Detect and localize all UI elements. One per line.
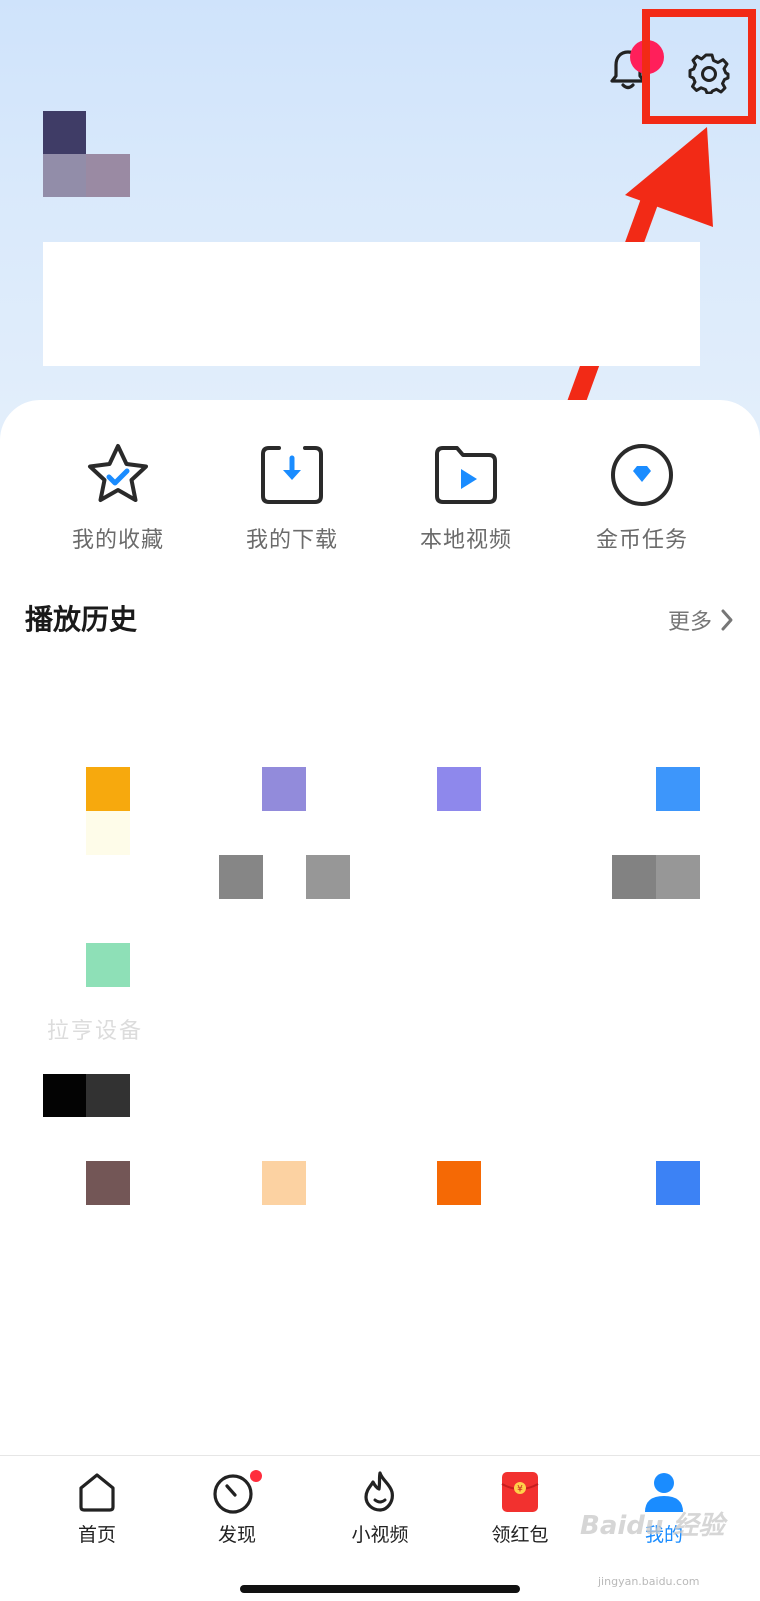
quick-action-label: 金币任务 xyxy=(595,528,688,553)
service-tile[interactable] xyxy=(656,1161,700,1205)
thumbnail-tile[interactable] xyxy=(262,767,306,811)
quick-action-favorites[interactable]: 我的收藏 xyxy=(30,440,206,554)
discover-badge-dot xyxy=(250,1470,262,1482)
profile-info-card[interactable] xyxy=(43,242,700,366)
folder-play-icon xyxy=(435,446,497,504)
compass-icon xyxy=(213,1470,262,1514)
svg-text:¥: ¥ xyxy=(517,1485,523,1495)
tab-label: 小视频 xyxy=(351,1524,409,1546)
more-label: 更多 xyxy=(667,610,712,635)
chevron-right-icon xyxy=(721,609,733,631)
coin-diamond-icon xyxy=(611,444,673,506)
service-tile[interactable] xyxy=(86,1074,130,1117)
baidu-watermark-url: jingyan.baidu.com xyxy=(598,1575,700,1588)
service-tile[interactable] xyxy=(86,1161,130,1205)
history-more-link[interactable]: 更多 xyxy=(668,604,736,636)
tab-label: 首页 xyxy=(77,1524,116,1546)
thumbnail-tile xyxy=(306,855,350,899)
quick-action-coin-tasks[interactable]: 金币任务 xyxy=(554,440,730,554)
tab-red-packet[interactable]: ¥ 领红包 xyxy=(460,1470,580,1547)
thumbnail-tile xyxy=(219,855,263,899)
thumbnail-tile xyxy=(656,855,700,899)
service-tile[interactable] xyxy=(43,1074,86,1117)
quick-action-label: 我的下载 xyxy=(245,528,338,553)
quick-action-downloads[interactable]: 我的下载 xyxy=(204,440,380,554)
home-icon xyxy=(79,1473,115,1512)
tab-short-video[interactable]: 小视频 xyxy=(320,1470,440,1547)
tab-label: 发现 xyxy=(217,1524,256,1546)
service-tile[interactable] xyxy=(262,1161,306,1205)
tab-label: 领红包 xyxy=(491,1524,549,1546)
thumbnail-tile[interactable] xyxy=(437,767,481,811)
history-title: 播放历史 xyxy=(25,603,138,636)
content-sheet xyxy=(0,400,760,1456)
flame-icon xyxy=(364,1471,394,1512)
download-icon xyxy=(261,446,323,504)
quick-action-label: 本地视频 xyxy=(419,528,512,553)
section-label-faded: 拉亨设备 xyxy=(47,1019,144,1044)
thumbnail-tile xyxy=(612,855,656,899)
thumbnail-tile xyxy=(86,811,130,855)
baidu-watermark: Baidu 经验 xyxy=(580,1511,725,1541)
star-check-icon xyxy=(88,444,148,502)
tab-discover[interactable]: 发现 xyxy=(177,1470,297,1547)
service-tile[interactable] xyxy=(437,1161,481,1205)
tab-home[interactable]: 首页 xyxy=(37,1470,157,1547)
quick-action-label: 我的收藏 xyxy=(71,528,164,553)
thumbnail-tile[interactable] xyxy=(86,767,130,811)
home-indicator[interactable] xyxy=(240,1585,520,1593)
quick-action-local-video[interactable]: 本地视频 xyxy=(378,440,554,554)
thumbnail-tile[interactable] xyxy=(86,943,130,987)
thumbnail-tile[interactable] xyxy=(656,767,700,811)
red-packet-icon: ¥ xyxy=(501,1472,539,1512)
